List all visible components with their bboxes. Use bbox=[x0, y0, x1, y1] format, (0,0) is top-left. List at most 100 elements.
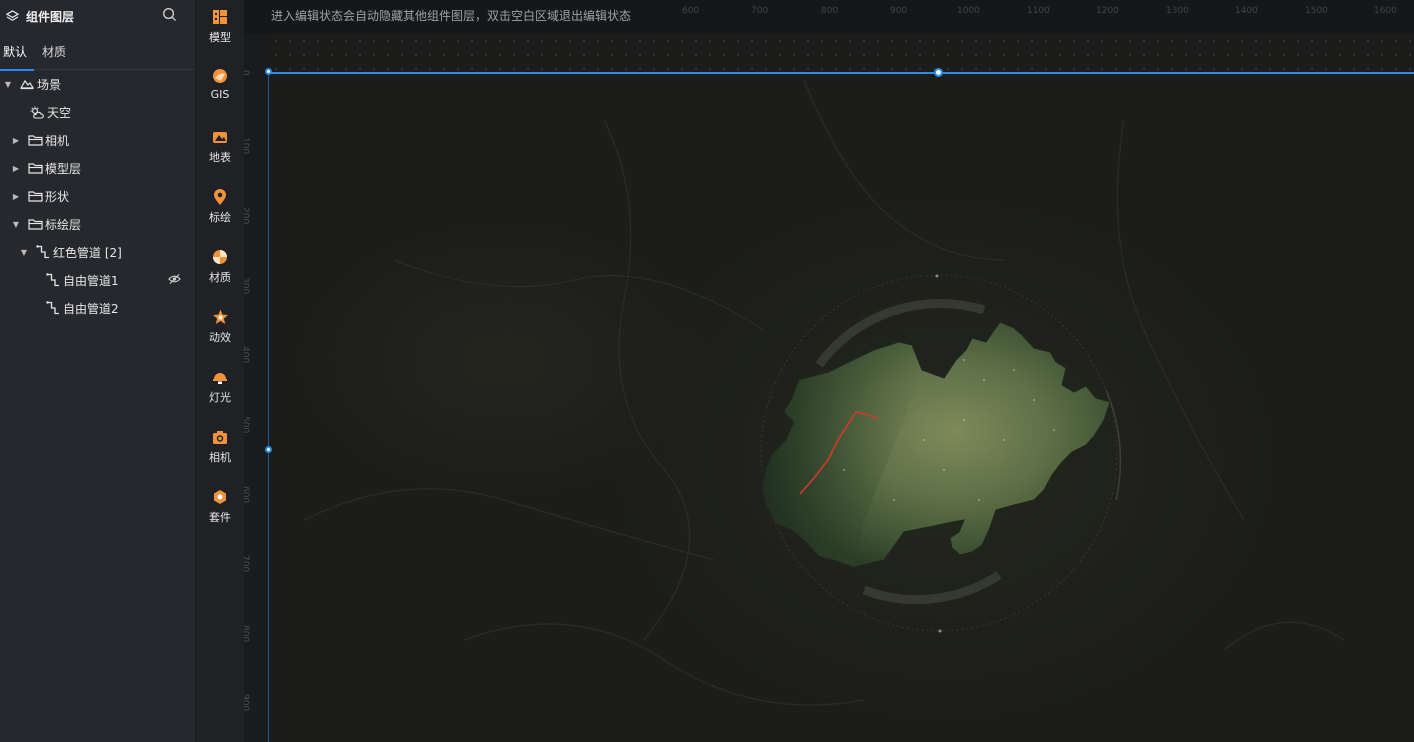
component-plot[interactable]: 标绘 bbox=[196, 188, 244, 238]
ruler-label: 700 bbox=[751, 6, 769, 16]
location-pin-icon bbox=[211, 188, 229, 206]
component-gis[interactable]: GIS bbox=[196, 67, 244, 117]
eye-hidden-icon[interactable] bbox=[168, 273, 181, 288]
ruler-label: 600 bbox=[244, 486, 250, 504]
tree-item-label: 模型层 bbox=[45, 161, 82, 176]
ruler-label: 300 bbox=[244, 277, 250, 295]
component-bar: 模型 GIS 地表 标绘 材质 动效 灯光 相机 套件 bbox=[196, 0, 244, 742]
guide-handle[interactable] bbox=[265, 68, 272, 75]
panel-title: 组件图层 bbox=[26, 9, 75, 24]
caret-right-icon[interactable]: ▶ bbox=[11, 164, 21, 173]
ruler-label: 800 bbox=[821, 6, 839, 16]
caret-down-icon[interactable]: ▼ bbox=[11, 220, 21, 229]
pipeline-icon bbox=[35, 244, 51, 260]
component-label: 动效 bbox=[209, 331, 231, 344]
ruler-label: 900 bbox=[244, 694, 250, 712]
component-camera[interactable]: 相机 bbox=[196, 428, 244, 478]
component-label: 地表 bbox=[209, 151, 231, 164]
weather-cloud-sun-icon bbox=[29, 104, 45, 120]
gis-icon bbox=[211, 67, 229, 85]
tree-item-red-pipeline-group[interactable]: ▼ 红色管道 [2] bbox=[0, 238, 195, 266]
layers-icon bbox=[4, 8, 20, 24]
layer-panel: 组件图层 默认 材质 ▼ 场景 天空 ▶ 相机 ▶ 模型层 ▶ 形状 ▼ 标绘层… bbox=[0, 0, 196, 742]
pipeline-icon bbox=[45, 272, 61, 288]
tree-item-label: 相机 bbox=[45, 133, 70, 148]
component-label: 套件 bbox=[209, 511, 231, 524]
ruler-label: 1600 bbox=[1374, 6, 1397, 16]
pipeline-icon bbox=[45, 300, 61, 316]
ruler-label: 1300 bbox=[1166, 6, 1189, 16]
folder-icon bbox=[27, 160, 43, 176]
tree-item-label: 场景 bbox=[37, 77, 62, 92]
tree-item-shape[interactable]: ▶ 形状 bbox=[0, 182, 195, 210]
caret-down-icon[interactable]: ▼ bbox=[3, 80, 13, 89]
tree-item-label: 自由管道1 bbox=[63, 273, 119, 288]
tab-material[interactable]: 材质 bbox=[42, 32, 66, 70]
tree-item-sky[interactable]: 天空 bbox=[0, 98, 195, 126]
tree-item-model-layer[interactable]: ▶ 模型层 bbox=[0, 154, 195, 182]
component-light[interactable]: 灯光 bbox=[196, 368, 244, 418]
tree-item-plot-layer[interactable]: ▼ 标绘层 bbox=[0, 210, 195, 238]
scene-canvas[interactable]: 进入编辑状态会自动隐藏其他组件图层，双击空白区域退出编辑状态 600 700 8… bbox=[244, 0, 1414, 742]
top-ruler-bar: 进入编辑状态会自动隐藏其他组件图层，双击空白区域退出编辑状态 600 700 8… bbox=[244, 0, 1414, 34]
ruler-label: 1100 bbox=[1027, 6, 1050, 16]
edit-state-notice: 进入编辑状态会自动隐藏其他组件图层，双击空白区域退出编辑状态 bbox=[271, 9, 632, 23]
ruler-label: 400 bbox=[244, 346, 250, 364]
terrain-icon bbox=[211, 128, 229, 146]
component-label: 灯光 bbox=[209, 391, 231, 404]
tab-default[interactable]: 默认 bbox=[0, 32, 35, 71]
ruler-label: 1400 bbox=[1235, 6, 1258, 16]
ruler-label: 1000 bbox=[957, 6, 980, 16]
tree-item-free-pipeline-2[interactable]: 自由管道2 bbox=[0, 294, 195, 322]
ruler-dot-grid bbox=[269, 34, 1414, 74]
folder-icon bbox=[27, 216, 43, 232]
component-label: 材质 bbox=[209, 271, 231, 284]
component-kit[interactable]: 套件 bbox=[196, 488, 244, 538]
component-label: GIS bbox=[210, 88, 230, 101]
ruler-label: 700 bbox=[244, 555, 250, 573]
tree-item-label: 自由管道2 bbox=[63, 301, 119, 316]
light-icon bbox=[211, 368, 229, 386]
component-model[interactable]: 模型 bbox=[196, 8, 244, 58]
component-label: 模型 bbox=[209, 31, 231, 44]
camera-icon bbox=[211, 428, 229, 446]
vertical-guide-line[interactable] bbox=[268, 72, 269, 742]
component-effect[interactable]: 动效 bbox=[196, 308, 244, 358]
tree-item-label: 红色管道 [2] bbox=[53, 245, 122, 260]
tree-item-scene[interactable]: ▼ 场景 bbox=[0, 70, 195, 98]
folder-icon bbox=[27, 132, 43, 148]
caret-down-icon[interactable]: ▼ bbox=[19, 248, 29, 257]
effect-star-icon bbox=[211, 308, 229, 326]
mountain-icon bbox=[19, 76, 35, 92]
layer-tree: ▼ 场景 天空 ▶ 相机 ▶ 模型层 ▶ 形状 ▼ 标绘层 ▼ 红色管道 [2]… bbox=[0, 70, 195, 322]
ruler-label: 0 bbox=[244, 70, 250, 76]
material-icon bbox=[211, 248, 229, 266]
component-material[interactable]: 材质 bbox=[196, 248, 244, 298]
ruler-label: 800 bbox=[244, 625, 250, 643]
ruler-label: 200 bbox=[244, 207, 250, 225]
panel-header: 组件图层 bbox=[0, 0, 195, 32]
ruler-label: 100 bbox=[244, 137, 250, 155]
kit-icon bbox=[211, 488, 229, 506]
map-view bbox=[303, 79, 1345, 706]
tree-item-label: 标绘层 bbox=[45, 217, 82, 232]
caret-right-icon[interactable]: ▶ bbox=[11, 192, 21, 201]
tree-item-label: 形状 bbox=[45, 189, 70, 204]
tree-item-free-pipeline-1[interactable]: 自由管道1 bbox=[0, 266, 195, 294]
tree-item-label: 天空 bbox=[47, 105, 72, 120]
ruler-label: 1200 bbox=[1096, 6, 1119, 16]
caret-right-icon[interactable]: ▶ bbox=[11, 136, 21, 145]
panel-tabs: 默认 材质 bbox=[0, 32, 195, 71]
guide-handle[interactable] bbox=[934, 68, 943, 77]
tree-item-camera-folder[interactable]: ▶ 相机 bbox=[0, 126, 195, 154]
search-icon[interactable] bbox=[162, 7, 177, 26]
guide-handle[interactable] bbox=[265, 446, 272, 453]
ruler-label: 600 bbox=[682, 6, 700, 16]
folder-icon bbox=[27, 188, 43, 204]
horizontal-guide-line[interactable] bbox=[269, 72, 1414, 74]
component-terrain[interactable]: 地表 bbox=[196, 128, 244, 178]
model-icon bbox=[211, 8, 229, 26]
ruler-label: 500 bbox=[244, 416, 250, 434]
component-label: 标绘 bbox=[209, 211, 231, 224]
ruler-label: 900 bbox=[890, 6, 908, 16]
